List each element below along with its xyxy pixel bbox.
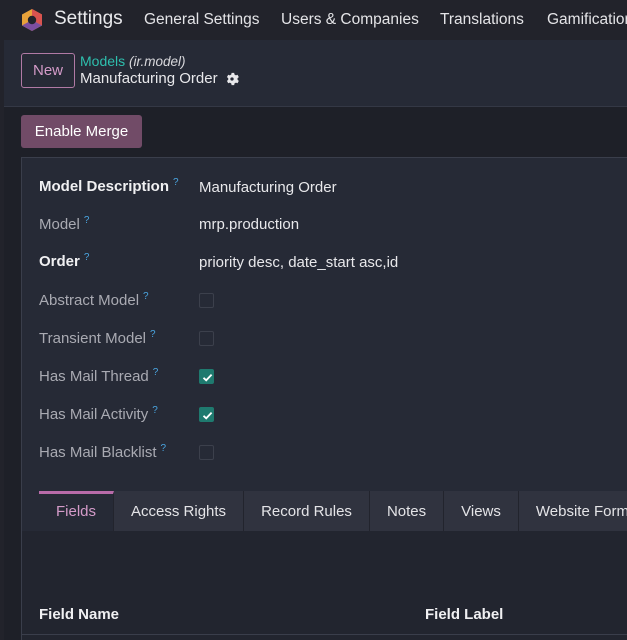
model-field: mrp.production (199, 216, 300, 233)
order-field[interactable]: priority desc, date_start asc,id (199, 254, 398, 271)
menu-general-settings[interactable]: General Settings (144, 11, 259, 29)
help-icon[interactable]: ? (150, 329, 156, 340)
help-icon[interactable]: ? (153, 367, 159, 378)
top-navbar: Settings General Settings Users & Compan… (0, 0, 627, 40)
enable-merge-button[interactable]: Enable Merge (21, 115, 142, 148)
order-label-text: Order (39, 253, 80, 270)
breadcrumb-models-link[interactable]: Models (80, 53, 125, 69)
menu-translations[interactable]: Translations (440, 11, 524, 29)
transient-model-label: Transient Model? (39, 329, 156, 347)
menu-gamification[interactable]: Gamification (547, 11, 627, 29)
gear-icon[interactable] (225, 72, 239, 86)
model-label-text: Model (39, 216, 80, 233)
table-header-divider (22, 634, 627, 635)
breadcrumb: Models (ir.model) (80, 53, 186, 69)
record-title: Manufacturing Order (80, 70, 218, 87)
model-description-field[interactable]: Manufacturing Order (199, 179, 337, 196)
checkmark-icon (202, 373, 213, 382)
menu-users-companies[interactable]: Users & Companies (281, 11, 419, 29)
order-label: Order? (39, 252, 89, 270)
checkmark-icon (202, 411, 213, 420)
help-icon[interactable]: ? (84, 252, 90, 263)
has-mail-thread-label: Has Mail Thread? (39, 367, 158, 385)
transient-model-label-text: Transient Model (39, 330, 146, 347)
transient-model-checkbox[interactable] (199, 331, 214, 346)
model-label: Model? (39, 215, 89, 233)
column-header-field-name[interactable]: Field Name (39, 606, 119, 623)
fields-tab-pane (22, 531, 627, 640)
model-description-label-text: Model Description (39, 178, 170, 195)
has-mail-blacklist-label-text: Has Mail Blacklist (39, 444, 157, 461)
help-icon[interactable]: ? (84, 215, 90, 226)
new-button[interactable]: New (21, 53, 75, 88)
has-mail-blacklist-label: Has Mail Blacklist? (39, 443, 166, 461)
help-icon[interactable]: ? (152, 405, 158, 416)
tab-fields[interactable]: Fields (39, 491, 115, 531)
abstract-model-label: Abstract Model? (39, 291, 149, 309)
has-mail-activity-checkbox[interactable] (199, 407, 214, 422)
has-mail-blacklist-checkbox[interactable] (199, 445, 214, 460)
tab-record-rules[interactable]: Record Rules (244, 491, 370, 531)
tab-notes[interactable]: Notes (369, 491, 445, 531)
tab-views[interactable]: Views (444, 491, 519, 531)
app-logo-icon[interactable] (21, 8, 43, 32)
help-icon[interactable]: ? (143, 291, 149, 302)
app-title[interactable]: Settings (54, 8, 123, 30)
has-mail-activity-label: Has Mail Activity? (39, 405, 158, 423)
has-mail-activity-label-text: Has Mail Activity (39, 406, 149, 423)
has-mail-thread-label-text: Has Mail Thread (39, 368, 149, 385)
help-icon[interactable]: ? (173, 177, 179, 188)
control-panel: New Models (ir.model) Manufacturing Orde… (4, 40, 627, 107)
tab-access-rights[interactable]: Access Rights (114, 491, 245, 531)
tab-website-forms[interactable]: Website Forms (518, 491, 627, 531)
notebook-tabs: Fields Access Rights Record Rules Notes … (39, 491, 627, 531)
help-icon[interactable]: ? (161, 443, 167, 454)
column-header-field-label[interactable]: Field Label (425, 606, 503, 623)
abstract-model-label-text: Abstract Model (39, 292, 140, 309)
abstract-model-checkbox[interactable] (199, 293, 214, 308)
has-mail-thread-checkbox[interactable] (199, 369, 214, 384)
model-description-label: Model Description? (39, 177, 179, 195)
breadcrumb-model-name: (ir.model) (129, 54, 186, 69)
record-title-row: Manufacturing Order (80, 70, 239, 87)
